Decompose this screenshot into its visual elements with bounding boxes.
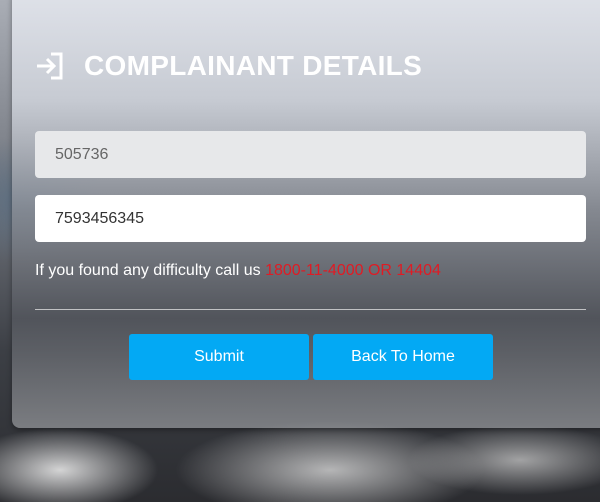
sign-in-icon: [36, 51, 66, 81]
application-number-field[interactable]: [35, 131, 586, 178]
help-label: If you found any difficulty call us: [35, 262, 261, 279]
helpline-number: 1800-11-4000 OR 14404: [265, 262, 441, 279]
back-to-home-button[interactable]: Back To Home: [313, 334, 493, 380]
page-header: COMPLAINANT DETAILS: [36, 48, 422, 84]
mobile-number-field[interactable]: [35, 195, 586, 242]
submit-button[interactable]: Submit: [129, 334, 309, 380]
page-title: COMPLAINANT DETAILS: [84, 50, 423, 81]
divider: [35, 309, 586, 310]
help-text: If you found any difficulty call us 1800…: [35, 262, 441, 280]
